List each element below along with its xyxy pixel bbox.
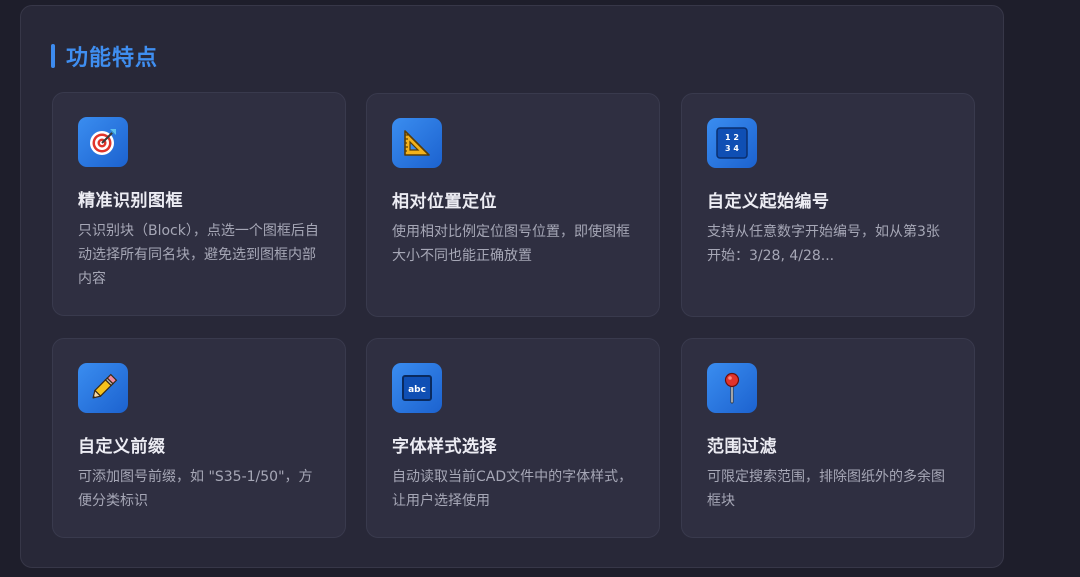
feature-title: 范围过滤 [707,437,777,457]
feature-card-font-style: abc 字体样式选择 自动读取当前CAD文件中的字体样式，让用户选择使用 [366,338,660,538]
title-accent-bar [51,44,55,68]
abc-icon-text: abc [408,385,426,395]
feature-card-relative-position: 相对位置定位 使用相对比例定位图号位置，即使图框大小不同也能正确放置 [366,93,660,317]
feature-description: 可限定搜索范围，排除图纸外的多余图框块 [707,469,945,509]
number-grid-icon: 1 2 3 4 [707,118,757,168]
feature-title: 精准识别图框 [78,191,183,211]
feature-card-precise-recognition: 精准识别图框 只识别块（Block），点选一个图框后自动选择所有同名块，避免选到… [52,92,346,316]
feature-card-custom-start-number: 1 2 3 4 自定义起始编号 支持从任意数字开始编号，如从第3张开始：3/28… [681,93,975,317]
triangle-ruler-icon [392,118,442,168]
feature-card-range-filter: 范围过滤 可限定搜索范围，排除图纸外的多余图框块 [681,338,975,538]
pencil-icon [78,363,128,413]
feature-description: 支持从任意数字开始编号，如从第3张开始：3/28, 4/28... [707,224,940,264]
feature-title: 自定义起始编号 [707,192,830,212]
section-header: 功能特点 [51,42,159,71]
features-panel: 功能特点 精准识别图框 只识别块（Block），点选一个图框后自动选择所有同名块… [20,5,1004,568]
feature-title: 自定义前缀 [78,437,166,457]
abc-font-icon: abc [392,363,442,413]
feature-description: 自动读取当前CAD文件中的字体样式，让用户选择使用 [392,469,633,509]
pushpin-icon [707,363,757,413]
feature-description: 使用相对比例定位图号位置，即使图框大小不同也能正确放置 [392,224,630,264]
feature-title: 字体样式选择 [392,437,497,457]
feature-description: 只识别块（Block），点选一个图框后自动选择所有同名块，避免选到图框内部内容 [78,223,319,287]
number-grid-bottom: 3 4 [725,144,739,153]
target-icon [78,117,128,167]
feature-description: 可添加图号前缀，如 "S35-1/50"，方便分类标识 [78,469,313,509]
feature-card-custom-prefix: 自定义前缀 可添加图号前缀，如 "S35-1/50"，方便分类标识 [52,338,346,538]
number-grid-top: 1 2 [725,133,739,142]
feature-title: 相对位置定位 [392,192,497,212]
section-title: 功能特点 [66,46,159,71]
